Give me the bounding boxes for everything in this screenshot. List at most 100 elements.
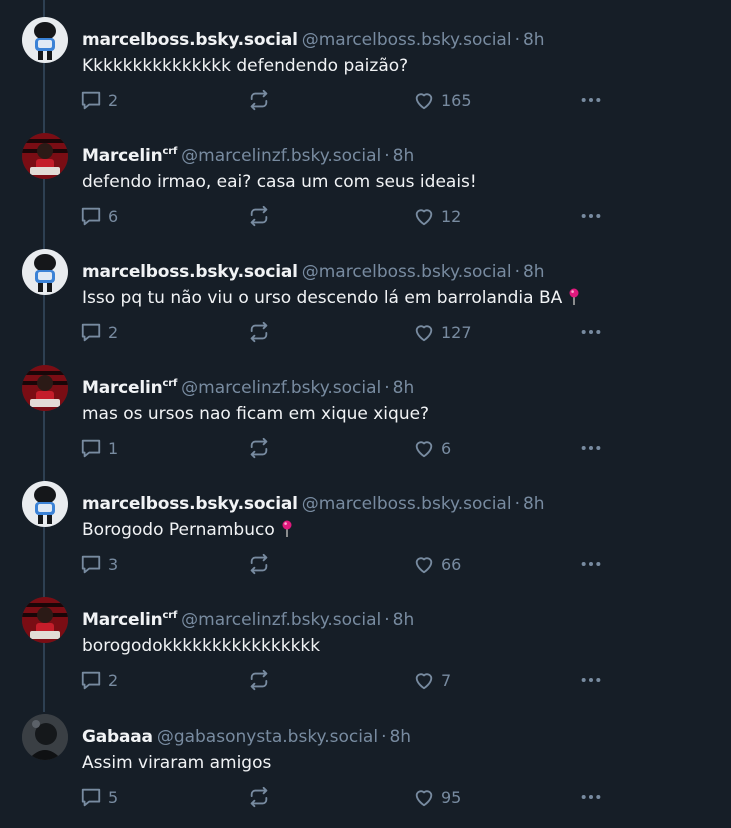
author-name-text: Marcelin: [82, 610, 163, 630]
author-name[interactable]: Marcelincrf: [82, 146, 177, 166]
post-actions: 3 66: [80, 552, 610, 576]
reply-count: 2: [108, 90, 119, 110]
reply-icon: [80, 89, 102, 111]
post-5[interactable]: marcelboss.bsky.social @marcelboss.bsky.s…: [0, 464, 731, 580]
post-time[interactable]: 8h: [393, 610, 415, 630]
heart-icon: [413, 786, 435, 808]
like-button[interactable]: 7: [413, 668, 451, 692]
reply-icon: [80, 669, 102, 691]
more-options-button[interactable]: [580, 668, 602, 692]
repost-button[interactable]: [248, 785, 276, 809]
author-name-sup: crf: [162, 146, 178, 157]
repost-button[interactable]: [248, 88, 276, 112]
marcelboss-avatar[interactable]: [22, 481, 68, 527]
reply-icon: [80, 321, 102, 343]
marcelboss-avatar[interactable]: [22, 17, 68, 63]
reply-icon: [80, 437, 102, 459]
post-header: marcelboss.bsky.social @marcelboss.bsky.s…: [82, 256, 711, 282]
post-text-content: borogodokkkkkkkkkkkkkkkk: [82, 636, 321, 656]
author-name-text: Marcelin: [82, 146, 163, 166]
post-actions: 5 95: [80, 785, 610, 809]
post-1[interactable]: marcelboss.bsky.social @marcelboss.bsky.s…: [0, 0, 731, 116]
reply-button[interactable]: 6: [80, 204, 118, 228]
post-header: Marcelincrf @marcelinzf.bsky.social · 8h: [82, 140, 711, 166]
post-actions: 2 7: [80, 668, 610, 692]
more-options-button[interactable]: [580, 436, 602, 460]
author-handle[interactable]: @marcelinzf.bsky.social: [181, 610, 381, 630]
more-options-button[interactable]: [580, 204, 602, 228]
reply-button[interactable]: 2: [80, 668, 118, 692]
repost-icon: [248, 205, 270, 227]
author-handle[interactable]: @marcelboss.bsky.social: [302, 494, 512, 514]
reply-button[interactable]: 1: [80, 436, 118, 460]
author-name[interactable]: Marcelincrf: [82, 610, 177, 630]
post-header: Marcelincrf @marcelinzf.bsky.social · 8h: [82, 604, 711, 630]
post-text-content: Isso pq tu não viu o urso descendo lá em…: [82, 288, 563, 308]
more-options-button[interactable]: [580, 552, 602, 576]
like-button[interactable]: 66: [413, 552, 461, 576]
post-time[interactable]: 8h: [523, 494, 545, 514]
post-time[interactable]: 8h: [393, 378, 415, 398]
like-button[interactable]: 6: [413, 436, 451, 460]
reply-button[interactable]: 2: [80, 320, 118, 344]
like-button[interactable]: 165: [413, 88, 472, 112]
post-text: defendo irmao, eai? casa um com seus ide…: [82, 170, 711, 194]
author-name[interactable]: marcelboss.bsky.social: [82, 262, 298, 282]
marcelin-avatar[interactable]: [22, 133, 68, 179]
repost-button[interactable]: [248, 320, 276, 344]
author-name-sup: crf: [162, 378, 178, 389]
author-name[interactable]: marcelboss.bsky.social: [82, 494, 298, 514]
author-handle[interactable]: @marcelinzf.bsky.social: [181, 146, 381, 166]
author-handle[interactable]: @gabasonysta.bsky.social: [157, 727, 378, 747]
post-2[interactable]: Marcelincrf @marcelinzf.bsky.social · 8h de…: [0, 116, 731, 232]
post-4[interactable]: Marcelincrf @marcelinzf.bsky.social · 8h ma…: [0, 348, 731, 464]
reply-button[interactable]: 5: [80, 785, 118, 809]
reply-button[interactable]: 2: [80, 88, 118, 112]
post-6[interactable]: Marcelincrf @marcelinzf.bsky.social · 8h bo…: [0, 580, 731, 696]
thread: marcelboss.bsky.social @marcelboss.bsky.s…: [0, 0, 731, 828]
author-name-text: marcelboss.bsky.social: [82, 494, 298, 514]
marcelin-avatar[interactable]: [22, 365, 68, 411]
post-text: borogodokkkkkkkkkkkkkkkk: [82, 634, 711, 658]
more-options-button[interactable]: [580, 320, 602, 344]
repost-icon: [248, 437, 270, 459]
post-actions: 6 12: [80, 204, 610, 228]
repost-button[interactable]: [248, 552, 276, 576]
post-time[interactable]: 8h: [389, 727, 411, 747]
like-button[interactable]: 12: [413, 204, 461, 228]
repost-button[interactable]: [248, 204, 276, 228]
post-text: Borogodo Pernambuco: [82, 518, 711, 542]
separator: ·: [514, 494, 520, 514]
post-time[interactable]: 8h: [393, 146, 415, 166]
post-time[interactable]: 8h: [523, 262, 545, 282]
repost-button[interactable]: [248, 436, 276, 460]
post-text: Kkkkkkkkkkkkkkk defendendo paizão?: [82, 54, 711, 78]
repost-button[interactable]: [248, 668, 276, 692]
author-name[interactable]: Marcelincrf: [82, 378, 177, 398]
pushpin-icon: [281, 520, 293, 538]
post-3[interactable]: marcelboss.bsky.social @marcelboss.bsky.s…: [0, 232, 731, 348]
more-options-button[interactable]: [580, 88, 602, 112]
author-name[interactable]: marcelboss.bsky.social: [82, 30, 298, 50]
author-handle[interactable]: @marcelboss.bsky.social: [302, 262, 512, 282]
author-handle[interactable]: @marcelboss.bsky.social: [302, 30, 512, 50]
marcelboss-avatar[interactable]: [22, 249, 68, 295]
more-icon: [580, 669, 602, 691]
author-name[interactable]: Gabaaa: [82, 727, 153, 747]
reply-button[interactable]: 3: [80, 552, 118, 576]
gabaaa-avatar[interactable]: [22, 714, 68, 760]
marcelin-avatar[interactable]: [22, 597, 68, 643]
like-button[interactable]: 95: [413, 785, 461, 809]
post-time[interactable]: 8h: [523, 30, 545, 50]
author-handle[interactable]: @marcelinzf.bsky.social: [181, 378, 381, 398]
more-icon: [580, 205, 602, 227]
reply-count: 3: [108, 554, 119, 574]
post-7[interactable]: Gabaaa @gabasonysta.bsky.social · 8h Assim …: [0, 697, 731, 813]
reply-icon: [80, 205, 102, 227]
separator: ·: [514, 30, 520, 50]
like-count: 66: [441, 554, 462, 574]
heart-icon: [413, 321, 435, 343]
like-button[interactable]: 127: [413, 320, 472, 344]
more-options-button[interactable]: [580, 785, 602, 809]
repost-icon: [248, 786, 270, 808]
